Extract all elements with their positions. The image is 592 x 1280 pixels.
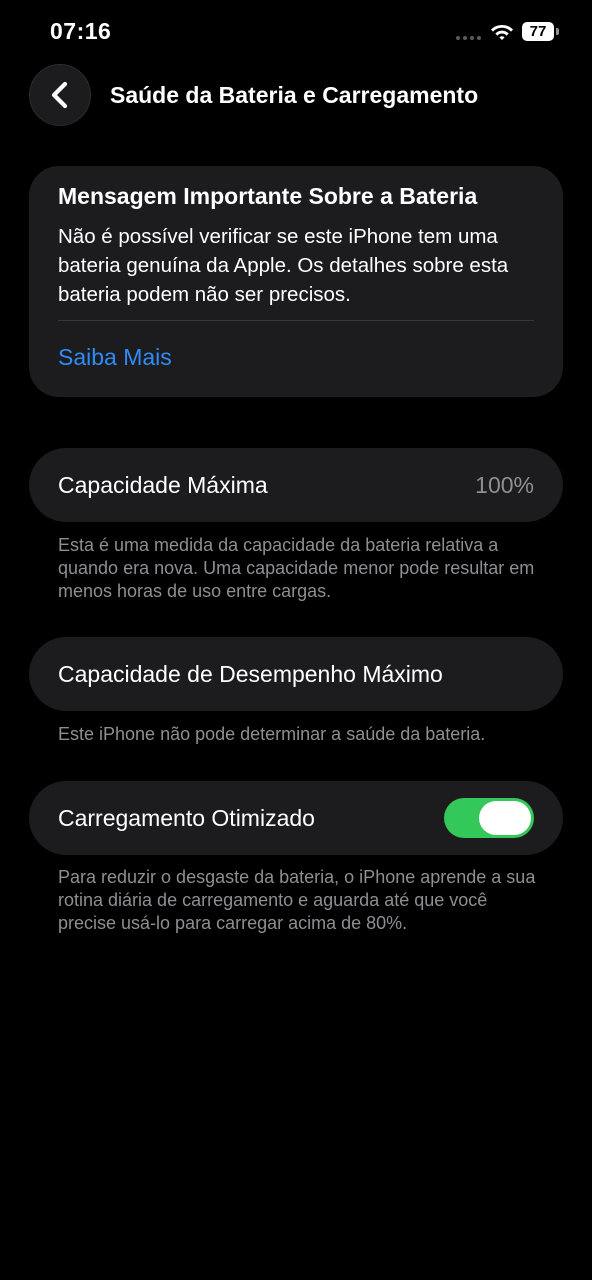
peak-performance-footnote: Este iPhone não pode determinar a saúde … — [58, 724, 486, 744]
battery-level: 77 — [522, 22, 554, 41]
max-capacity-row: Capacidade Máxima 100% — [29, 448, 563, 522]
back-button[interactable] — [29, 64, 91, 126]
battery-message-card: Mensagem Importante Sobre a Bateria Não … — [29, 166, 563, 397]
optimized-charging-toggle[interactable] — [444, 798, 534, 838]
message-title: Mensagem Importante Sobre a Bateria — [58, 183, 478, 209]
divider — [58, 320, 534, 321]
page-title: Saúde da Bateria e Carregamento — [110, 82, 479, 108]
battery-icon: 77 — [522, 22, 560, 42]
status-time: 07:16 — [50, 18, 112, 44]
optimized-charging-label: Carregamento Otimizado — [58, 805, 315, 831]
navigation-bar: Saúde da Bateria e Carregamento — [0, 62, 592, 128]
peak-performance-label: Capacidade de Desempenho Máximo — [58, 661, 443, 687]
message-body: Não é possível verificar se este iPhone … — [58, 225, 509, 306]
peak-performance-row: Capacidade de Desempenho Máximo — [29, 637, 563, 711]
learn-more-link[interactable]: Saiba Mais — [58, 344, 172, 371]
max-capacity-value: 100% — [475, 472, 534, 498]
chevron-left-icon — [51, 81, 68, 109]
max-capacity-label: Capacidade Máxima — [58, 472, 268, 498]
optimized-charging-footnote: Para reduzir o desgaste da bateria, o iP… — [58, 867, 536, 933]
optimized-charging-row: Carregamento Otimizado — [29, 781, 563, 855]
toggle-knob — [479, 801, 531, 835]
wifi-icon — [490, 22, 514, 42]
cellular-signal-icon — [456, 36, 481, 40]
status-bar: 07:16 77 — [0, 0, 592, 64]
max-capacity-footnote: Esta é uma medida da capacidade da bater… — [58, 535, 535, 601]
